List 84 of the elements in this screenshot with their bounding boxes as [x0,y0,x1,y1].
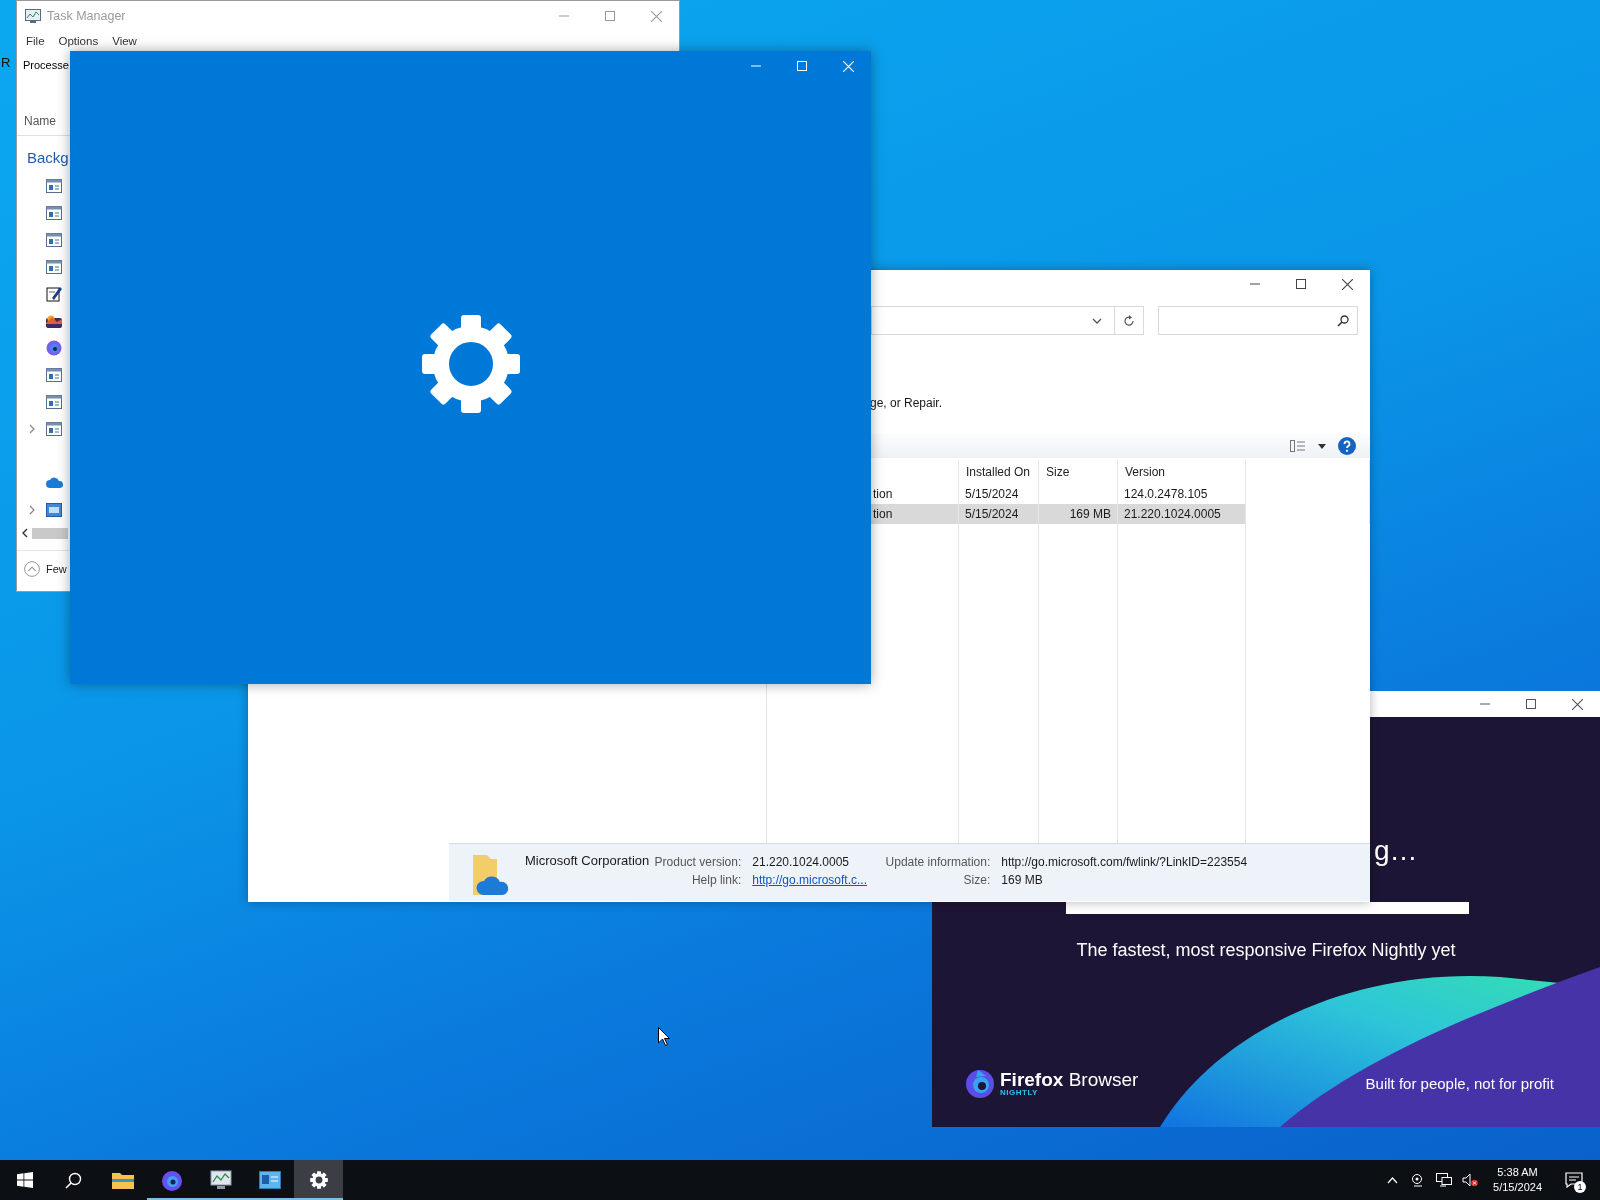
column-header[interactable]: Installed On [959,460,1039,484]
network-icon[interactable] [1436,1173,1453,1187]
publisher-name: Microsoft Corporation [525,853,650,868]
logo-wordmark: Firefox Browser [1000,1069,1139,1089]
chevron-right-icon[interactable] [28,423,35,434]
notepad-pencil-icon [46,285,62,302]
control-panel-icon [258,1171,281,1189]
field-label: Help link: [691,873,742,888]
menu-item[interactable]: File [19,35,52,47]
application-window-icon [46,259,62,274]
field-label: Product version: [654,855,742,870]
close-icon [842,60,854,72]
task-manager-icon [209,1170,232,1190]
column-header[interactable]: Version [1118,460,1246,484]
maximize-icon [1526,699,1536,709]
folder-icon [111,1171,134,1189]
tagline: The fastest, most responsive Firefox Nightly yet [1076,940,1456,961]
search-icon [65,1171,82,1189]
help-link[interactable]: http://go.microsoft.c... [752,873,867,888]
slogan: Built for people, not for profit [1365,1074,1554,1092]
gear-icon [309,1171,328,1189]
notification-icon [1565,1172,1583,1188]
dropdown-arrow-icon[interactable] [1318,443,1326,449]
desktop-icon-label[interactable]: R [1,55,11,70]
fewer-details-link[interactable]: Few [46,563,67,575]
collapse-circle-icon[interactable] [24,561,40,577]
instruction-text: ge, or Repair. [870,395,943,412]
field-value: 169 MB [1001,873,1043,888]
table-cell: 21.220.1024.0005 [1118,504,1246,524]
program-name[interactable]: tion [873,507,893,521]
scrollbar-thumb[interactable] [32,527,68,539]
application-window-icon [46,205,62,220]
processes-tab[interactable]: Processe [23,55,69,75]
close-icon [650,10,662,22]
group-heading: Backg [27,147,69,168]
field-value: http://go.microsoft.com/fwlink/?LinkID=223554 [1001,855,1248,870]
monitor-icon [46,502,62,517]
logo-edition: NIGHTLY [1000,1088,1039,1097]
maximize-icon [1296,279,1306,289]
notification-count: 1 [1574,1181,1586,1193]
application-window-icon [46,394,62,409]
view-options-icon[interactable] [1290,440,1306,452]
scroll-left-icon[interactable] [22,528,28,538]
clock[interactable]: 5:38 AM 5/15/2024 [1485,1165,1550,1195]
mouse-cursor-icon [658,1027,670,1046]
search-icon [1337,314,1349,327]
field-label: Size: [963,873,991,888]
task-manager-app-icon [25,9,41,23]
speaker-muted-icon[interactable] [1462,1173,1479,1187]
photos-icon [46,313,62,328]
refresh-icon [1123,314,1135,327]
windows-logo-icon [16,1172,33,1188]
gear-icon [421,314,520,413]
application-window-icon [46,178,62,193]
maximize-icon [605,11,615,21]
firefox-logo-icon [160,1169,183,1191]
column-header[interactable]: Name [24,114,56,128]
menu-item[interactable]: View [105,35,144,47]
chevron-up-icon[interactable] [1386,1176,1398,1184]
application-window-icon [46,232,62,247]
taskbar-button[interactable] [294,1160,343,1200]
installing-heading: g… [1374,835,1418,868]
close-icon [1571,698,1583,710]
maximize-icon [797,61,807,71]
dropdown-chevron-icon[interactable] [1092,317,1102,324]
table-cell: 5/15/2024 [959,504,1039,524]
search-field[interactable] [1158,306,1358,335]
field-label: Update information: [885,855,991,870]
firefox-logo-icon [964,1067,996,1099]
table-cell: 169 MB [1039,504,1118,524]
notifications-button[interactable]: 1 [1554,1160,1594,1200]
application-window-icon [46,421,62,436]
field-value: 21.220.1024.0005 [752,855,850,870]
window-title: Task Manager [47,9,126,23]
close-icon [1341,278,1353,290]
column-header[interactable]: Size [1039,460,1118,484]
application-window-icon [46,367,62,382]
program-name[interactable]: tion [873,487,893,501]
help-icon[interactable] [1338,437,1356,455]
menu-item[interactable]: Options [51,35,106,47]
cloud-icon [46,477,64,488]
firefox-logo-icon [46,339,62,356]
chevron-right-icon[interactable] [28,504,35,515]
address-field[interactable] [871,306,1144,335]
